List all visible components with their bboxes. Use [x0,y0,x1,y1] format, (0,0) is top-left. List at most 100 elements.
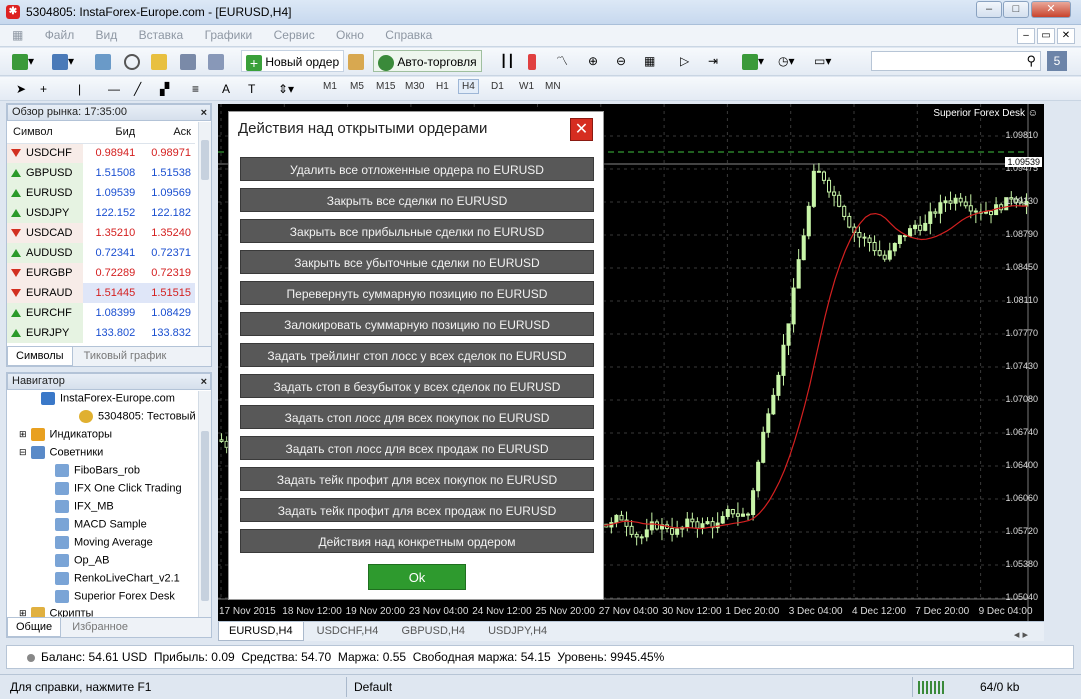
maximize-button[interactable]: □ [1003,1,1029,18]
nav-expert-renko[interactable]: RenkoLiveChart_v2.1 [55,572,180,585]
set-stop-loss-buys-button[interactable]: Задать стоп лосс для всех покупок по EUR… [240,405,594,429]
column-bid[interactable]: Бид [83,121,140,144]
timeframe-m15[interactable]: M15 [376,81,395,92]
ok-button[interactable]: Ok [368,564,466,590]
tabs-scroll-arrows[interactable]: ◂ ▸ [1004,625,1038,644]
close-button[interactable]: ✕ [1031,1,1071,18]
reverse-position-button[interactable]: Перевернуть суммарную позицию по EURUSD [240,281,594,305]
close-losing-trades-button[interactable]: Закрыть все убыточные сделки по EURUSD [240,250,594,274]
menu-file[interactable]: Файл [36,25,84,45]
timeframe-m5[interactable]: M5 [350,81,364,92]
metaeditor-icon[interactable] [348,50,364,72]
fibonacci-icon[interactable]: ≡ [192,78,199,100]
profiles-icon[interactable]: ▾ [52,50,74,72]
crosshair-icon[interactable]: + [40,78,47,100]
tab-tick-chart[interactable]: Тиковый график [76,347,175,365]
mdi-minimize-button[interactable]: – [1017,28,1035,44]
set-breakeven-stop-button[interactable]: Задать стоп в безубыток у всех сделок по… [240,374,594,398]
mdi-close-button[interactable]: ✕ [1057,28,1075,44]
vertical-line-icon[interactable]: | [78,78,81,100]
nav-expert-superior[interactable]: Superior Forex Desk [55,590,175,603]
delete-pending-orders-button[interactable]: Удалить все отложенные ордера по EURUSD [240,157,594,181]
nav-experts[interactable]: ⊟ Советники [19,446,103,459]
market-watch-row[interactable]: GBPUSD 1.51508 1.51538 [7,163,195,183]
cursor-icon[interactable]: ➤ [16,78,26,100]
navigator-icon[interactable] [151,50,167,72]
new-order-button[interactable]: + Новый ордер [241,50,345,72]
market-watch-row[interactable]: EURCHF 1.08399 1.08429 [7,303,195,323]
indicators-icon[interactable]: ▾ [742,50,764,72]
set-take-profit-sells-button[interactable]: Задать тейк профит для всех продаж по EU… [240,498,594,522]
line-chart-icon[interactable]: 〽 [556,50,568,72]
timeframe-m30[interactable]: M30 [405,81,424,92]
nav-expert-ifx-mb[interactable]: IFX_MB [55,500,114,513]
market-watch-row[interactable]: EURJPY 133.802 133.832 [7,323,195,343]
menu-window[interactable]: Окно [327,25,373,45]
close-all-trades-button[interactable]: Закрыть все сделки по EURUSD [240,188,594,212]
strategy-tester-icon[interactable] [208,50,224,72]
trendline-icon[interactable]: ╱ [134,78,141,100]
templates-icon[interactable]: ▭▾ [814,50,831,72]
nav-expert-ifx-one-click[interactable]: IFX One Click Trading [55,482,182,495]
market-watch-row[interactable]: EURAUD 1.51445 1.51515 [7,283,195,303]
specific-order-actions-button[interactable]: Действия над конкретным ордером [240,529,594,553]
arrows-icon[interactable]: ⇕▾ [278,78,294,100]
text-label-icon[interactable]: T [248,78,255,100]
new-chart-icon[interactable]: ▾ [12,50,34,72]
tab-chart-gbpusd[interactable]: GBPUSD,H4 [391,622,475,640]
tab-favorites[interactable]: Избранное [64,618,136,636]
timeframe-h1[interactable]: H1 [436,81,449,92]
market-watch-scrollbar[interactable] [198,122,211,347]
set-trailing-stop-button[interactable]: Задать трейлинг стоп лосс у всех сделок … [240,343,594,367]
menu-tools[interactable]: Сервис [265,25,324,45]
text-icon[interactable]: A [222,78,230,100]
chart-window-icon[interactable]: ▦ [0,25,32,45]
mdi-restore-button[interactable]: ▭ [1037,28,1055,44]
menu-view[interactable]: Вид [87,25,127,45]
search-input[interactable]: ⚲ [871,51,1041,71]
tab-common[interactable]: Общие [7,618,62,637]
timeframe-d1[interactable]: D1 [491,81,504,92]
bar-chart-icon[interactable]: ┃┃ [500,50,514,72]
nav-account-server[interactable]: InstaForex-Europe.com [41,392,175,405]
market-watch-row[interactable]: USDCHF 0.98941 0.98971 [7,143,195,163]
tab-chart-usdchf[interactable]: USDCHF,H4 [307,622,389,640]
market-watch-close-button[interactable]: × [201,106,207,121]
set-take-profit-buys-button[interactable]: Задать тейк профит для всех покупок по E… [240,467,594,491]
autoscroll-icon[interactable]: ▷ [680,50,689,72]
nav-account[interactable]: 5304805: Тестовый [79,410,196,423]
market-watch-row[interactable]: USDJPY 122.152 122.182 [7,203,195,223]
nav-expert-fibobars[interactable]: FiboBars_rob [55,464,140,477]
column-ask[interactable]: Аск [139,121,195,144]
chart-shift-icon[interactable]: ⇥ [708,50,718,72]
timeframe-h4[interactable]: H4 [458,79,479,94]
navigator-scrollbar[interactable] [198,391,211,618]
market-watch-row[interactable]: AUDUSD 0.72341 0.72371 [7,243,195,263]
column-symbol[interactable]: Символ [7,121,84,144]
menu-charts[interactable]: Графики [196,25,262,45]
nav-indicators[interactable]: ⊞ Индикаторы [19,428,112,441]
terminal-icon[interactable] [180,50,196,72]
tile-windows-icon[interactable]: ▦ [644,50,655,72]
navigator-close-button[interactable]: × [201,375,207,390]
tab-symbols[interactable]: Символы [7,347,73,366]
nav-expert-op-ab[interactable]: Op_AB [55,554,109,567]
search-icon[interactable]: ⚲ [1026,53,1036,69]
tab-chart-usdjpy[interactable]: USDJPY,H4 [478,622,557,640]
channel-icon[interactable]: ▞ [160,78,169,100]
menu-insert[interactable]: Вставка [130,25,193,45]
candlestick-icon[interactable] [528,50,536,72]
close-profitable-trades-button[interactable]: Закрыть все прибыльные сделки по EURUSD [240,219,594,243]
lock-position-button[interactable]: Залокировать суммарную позицию по EURUSD [240,312,594,336]
mail-badge[interactable]: 5 [1047,51,1067,71]
periods-icon[interactable]: ◷▾ [778,50,795,72]
minimize-button[interactable]: – [976,1,1002,18]
set-stop-loss-sells-button[interactable]: Задать стоп лосс для всех продаж по EURU… [240,436,594,460]
nav-expert-moving-average[interactable]: Moving Average [55,536,153,549]
market-watch-row[interactable]: USDCAD 1.35210 1.35240 [7,223,195,243]
timeframe-m1[interactable]: M1 [323,81,337,92]
status-profile[interactable]: Default [354,680,392,694]
market-watch-row[interactable]: EURGBP 0.72289 0.72319 [7,263,195,283]
zoom-out-icon[interactable]: ⊖ [616,50,626,72]
timeframe-mn[interactable]: MN [545,81,561,92]
